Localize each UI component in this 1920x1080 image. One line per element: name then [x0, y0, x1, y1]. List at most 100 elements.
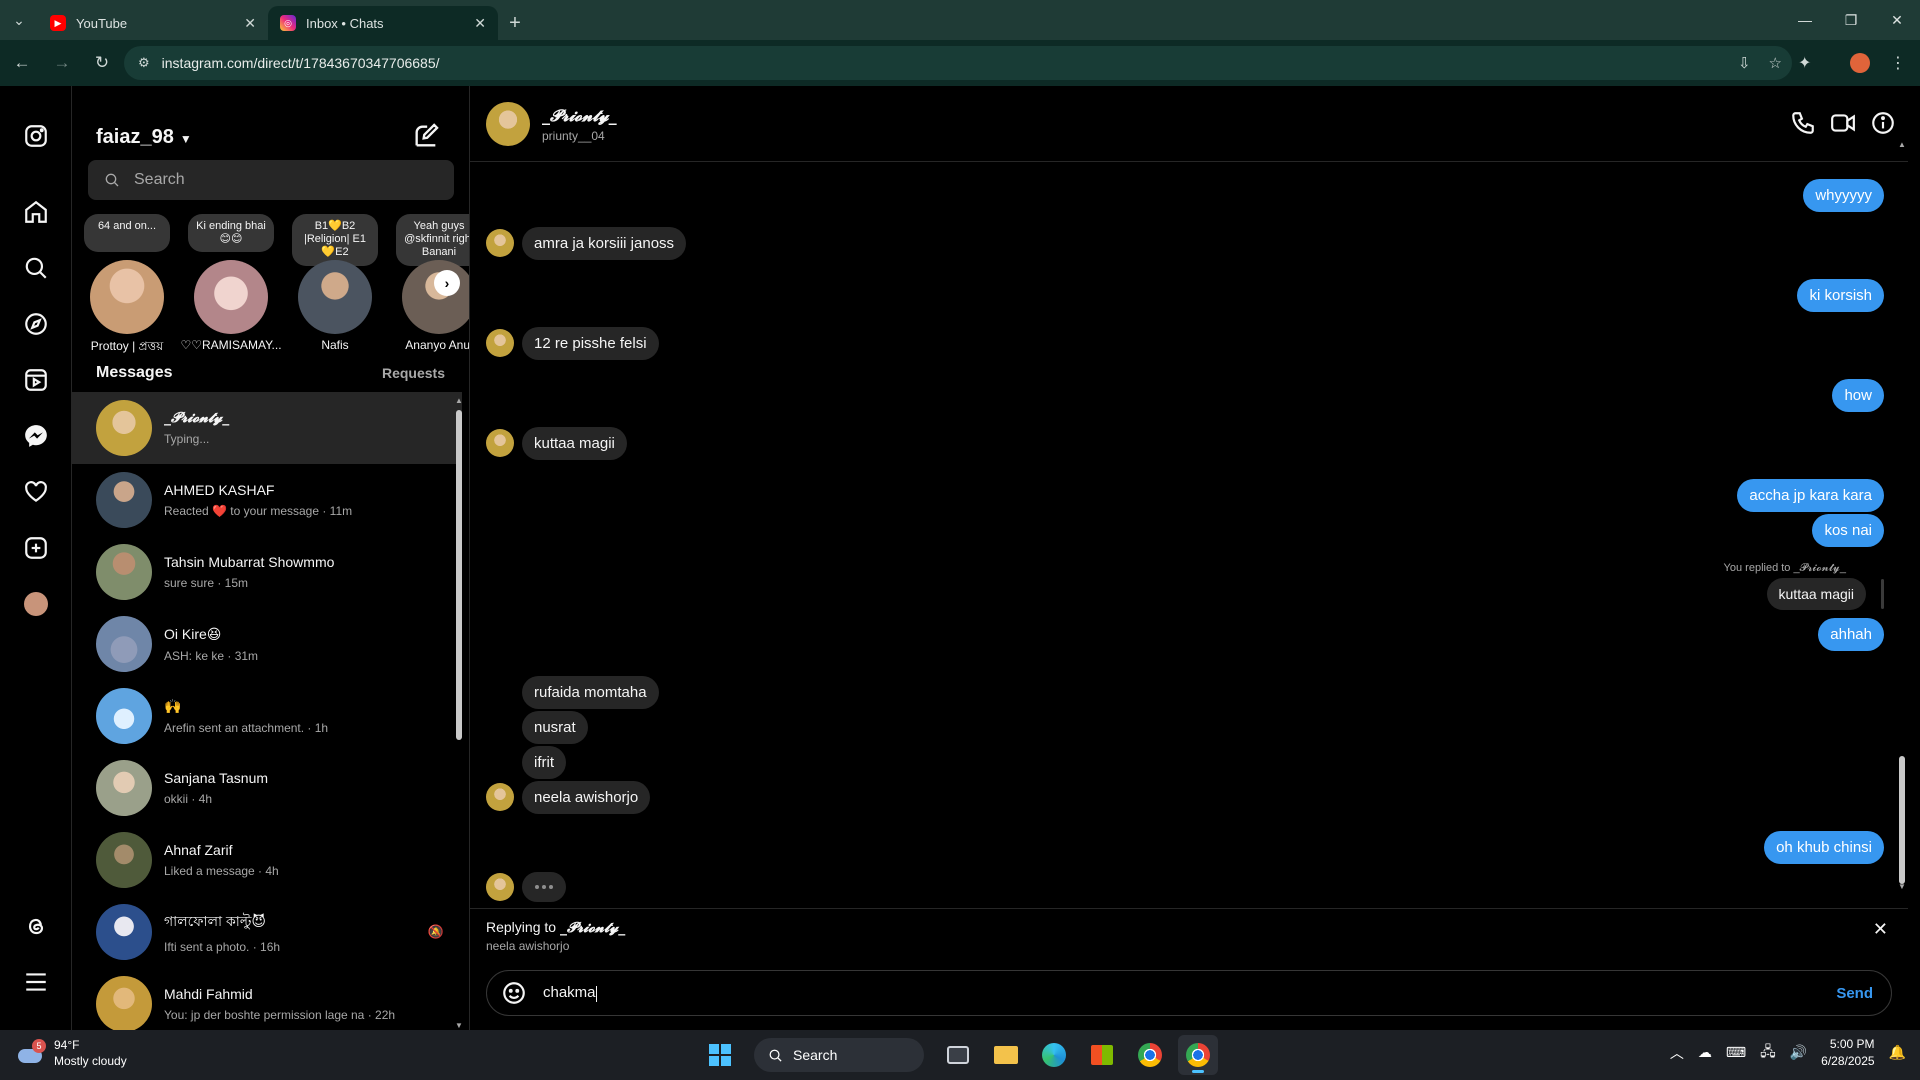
- search-icon: [105, 173, 119, 187]
- thread-item[interactable]: _𝓟𝓻𝓲𝓸𝓷𝓽𝔂_ Typing...: [72, 392, 462, 464]
- windows-start-icon[interactable]: [700, 1035, 740, 1075]
- message-bubble-incoming[interactable]: neela awishorjo: [522, 781, 651, 814]
- reels-icon[interactable]: [22, 366, 50, 394]
- tab-close-icon[interactable]: ✕: [244, 15, 256, 32]
- scroll-down-icon[interactable]: ▼: [455, 1021, 463, 1030]
- keyboard-icon[interactable]: ⌨: [1726, 1044, 1746, 1061]
- message-input[interactable]: chakma: [543, 984, 1743, 1002]
- search-input[interactable]: Search: [88, 160, 454, 200]
- send-button[interactable]: Send: [1836, 985, 1873, 1002]
- extensions-icon[interactable]: ✦: [1798, 48, 1811, 78]
- thread-item[interactable]: Mahdi Fahmid You: jp der boshte permissio…: [72, 968, 462, 1030]
- conversation-scrollbar[interactable]: ▲ ▼: [1896, 140, 1908, 990]
- home-icon[interactable]: [22, 198, 50, 226]
- message-bubble-incoming[interactable]: amra ja korsiii janoss: [522, 227, 687, 260]
- emoji-picker-icon[interactable]: [501, 980, 527, 1006]
- install-app-icon[interactable]: ⇩: [1738, 54, 1751, 72]
- chrome-active-window-icon[interactable]: [1178, 1035, 1218, 1075]
- show-hidden-icons-chevron-icon[interactable]: ︿: [1670, 1043, 1684, 1063]
- search-icon[interactable]: [22, 254, 50, 282]
- threads-icon[interactable]: [22, 912, 50, 940]
- messenger-icon[interactable]: [22, 422, 50, 450]
- sender-avatar[interactable]: [486, 429, 514, 457]
- message-bubble-outgoing[interactable]: oh khub chinsi: [1764, 831, 1884, 864]
- thread-item[interactable]: 🙌 Arefin sent an attachment. · 1h: [72, 680, 462, 752]
- file-explorer-icon[interactable]: [986, 1035, 1026, 1075]
- notification-bell-icon[interactable]: 🔔: [1889, 1044, 1906, 1061]
- scrollbar-thumb[interactable]: [456, 410, 462, 740]
- tab-close-icon[interactable]: ✕: [474, 15, 486, 32]
- back-icon[interactable]: ←: [4, 45, 40, 81]
- edge-browser-icon[interactable]: [1034, 1035, 1074, 1075]
- taskbar-search[interactable]: Search: [754, 1038, 924, 1072]
- new-message-icon[interactable]: [412, 122, 440, 150]
- task-view-icon[interactable]: [938, 1035, 978, 1075]
- thread-list-scrollbar[interactable]: ▲ ▼: [454, 396, 464, 1030]
- message-bubble-outgoing[interactable]: kos nai: [1812, 514, 1884, 547]
- clock[interactable]: 5:00 PM 6/28/2025: [1821, 1036, 1874, 1070]
- sender-avatar[interactable]: [486, 783, 514, 811]
- contact-avatar[interactable]: [486, 102, 530, 146]
- scroll-down-icon[interactable]: ▼: [1898, 882, 1906, 891]
- thread-item[interactable]: Sanjana Tasnum okkii · 4h: [72, 752, 462, 824]
- account-switcher[interactable]: faiaz_98 ▼: [96, 126, 192, 149]
- minimize-icon[interactable]: —: [1782, 0, 1828, 40]
- new-tab-button[interactable]: +: [498, 6, 532, 40]
- message-bubble-outgoing[interactable]: accha jp kara kara: [1737, 479, 1884, 512]
- instagram-logo-icon[interactable]: [22, 122, 50, 150]
- taskbar-search-label: Search: [793, 1047, 838, 1063]
- weather-widget[interactable]: 5 94°F Mostly cloudy: [16, 1038, 127, 1069]
- message-bubble-outgoing[interactable]: how: [1832, 379, 1884, 412]
- scrollbar-thumb[interactable]: [1899, 756, 1905, 884]
- instagram-nav-rail: [0, 86, 72, 1030]
- requests-link[interactable]: Requests: [382, 365, 445, 381]
- close-window-icon[interactable]: ✕: [1874, 0, 1920, 40]
- scroll-up-icon[interactable]: ▲: [1898, 140, 1906, 149]
- site-info-icon[interactable]: ⚙: [138, 55, 150, 71]
- message-bubble-incoming[interactable]: 12 re pisshe felsi: [522, 327, 659, 360]
- sender-avatar[interactable]: [486, 329, 514, 357]
- volume-icon[interactable]: 🔊: [1790, 1044, 1807, 1061]
- audio-call-icon[interactable]: [1790, 110, 1816, 136]
- reload-icon[interactable]: ↻: [84, 45, 120, 81]
- message-bubble-incoming[interactable]: rufaida momtaha: [522, 676, 659, 709]
- message-bubble-outgoing[interactable]: whyyyyy: [1803, 179, 1884, 212]
- more-menu-icon[interactable]: [22, 968, 50, 996]
- tab-instagram-inbox[interactable]: ◎ Inbox • Chats ✕: [268, 6, 498, 40]
- forward-icon[interactable]: →: [44, 45, 80, 81]
- thread-item[interactable]: গালফোলা কাল্টু😈 Ifti sent a photo. · 16h …: [72, 896, 462, 968]
- microsoft-store-icon[interactable]: [1082, 1035, 1122, 1075]
- network-icon[interactable]: 🖧: [1760, 1041, 1776, 1065]
- profile-avatar-icon[interactable]: [1850, 48, 1870, 78]
- message-bubble-incoming[interactable]: kuttaa magii: [522, 427, 627, 460]
- thread-item[interactable]: Tahsin Mubarrat Showmmo sure sure · 15m: [72, 536, 462, 608]
- onedrive-icon[interactable]: ☁: [1698, 1044, 1712, 1061]
- video-call-icon[interactable]: [1830, 110, 1856, 136]
- tab-youtube[interactable]: ▶ YouTube ✕: [38, 6, 268, 40]
- notifications-heart-icon[interactable]: [22, 478, 50, 506]
- message-bubble-outgoing[interactable]: ki korsish: [1797, 279, 1884, 312]
- thread-item[interactable]: AHMED KASHAF Reacted ❤️ to your message ·…: [72, 464, 462, 536]
- profile-avatar[interactable]: [22, 590, 50, 618]
- contact-name[interactable]: _𝓟𝓻𝓲𝓸𝓷𝓽𝔂_: [542, 106, 617, 126]
- bookmark-star-icon[interactable]: ☆: [1769, 54, 1782, 72]
- quoted-reply-bubble[interactable]: kuttaa magii: [1766, 578, 1866, 610]
- scroll-up-icon[interactable]: ▲: [455, 396, 463, 405]
- thread-item[interactable]: Ahnaf Zarif Liked a message · 4h: [72, 824, 462, 896]
- create-post-icon[interactable]: [22, 534, 50, 562]
- explore-icon[interactable]: [22, 310, 50, 338]
- restore-icon[interactable]: ❐: [1828, 0, 1874, 40]
- address-bar[interactable]: ⚙ instagram.com/direct/t/178436703477066…: [124, 46, 1792, 80]
- cancel-reply-close-icon[interactable]: ✕: [1873, 919, 1888, 940]
- tab-search-chevron-icon[interactable]: ⌄: [0, 0, 38, 40]
- notes-next-chevron-icon[interactable]: ›: [434, 270, 460, 296]
- chrome-icon[interactable]: [1130, 1035, 1170, 1075]
- conversation-info-icon[interactable]: [1870, 110, 1896, 136]
- browser-menu-icon[interactable]: ⋮: [1890, 48, 1906, 78]
- message-bubble-incoming[interactable]: nusrat: [522, 711, 588, 744]
- url-text[interactable]: instagram.com/direct/t/17843670347706685…: [162, 55, 440, 71]
- message-bubble-incoming[interactable]: ifrit: [522, 746, 566, 779]
- message-bubble-outgoing[interactable]: ahhah: [1818, 618, 1884, 651]
- thread-item[interactable]: Oi Kire😆 ASH: ke ke · 31m: [72, 608, 462, 680]
- sender-avatar[interactable]: [486, 229, 514, 257]
